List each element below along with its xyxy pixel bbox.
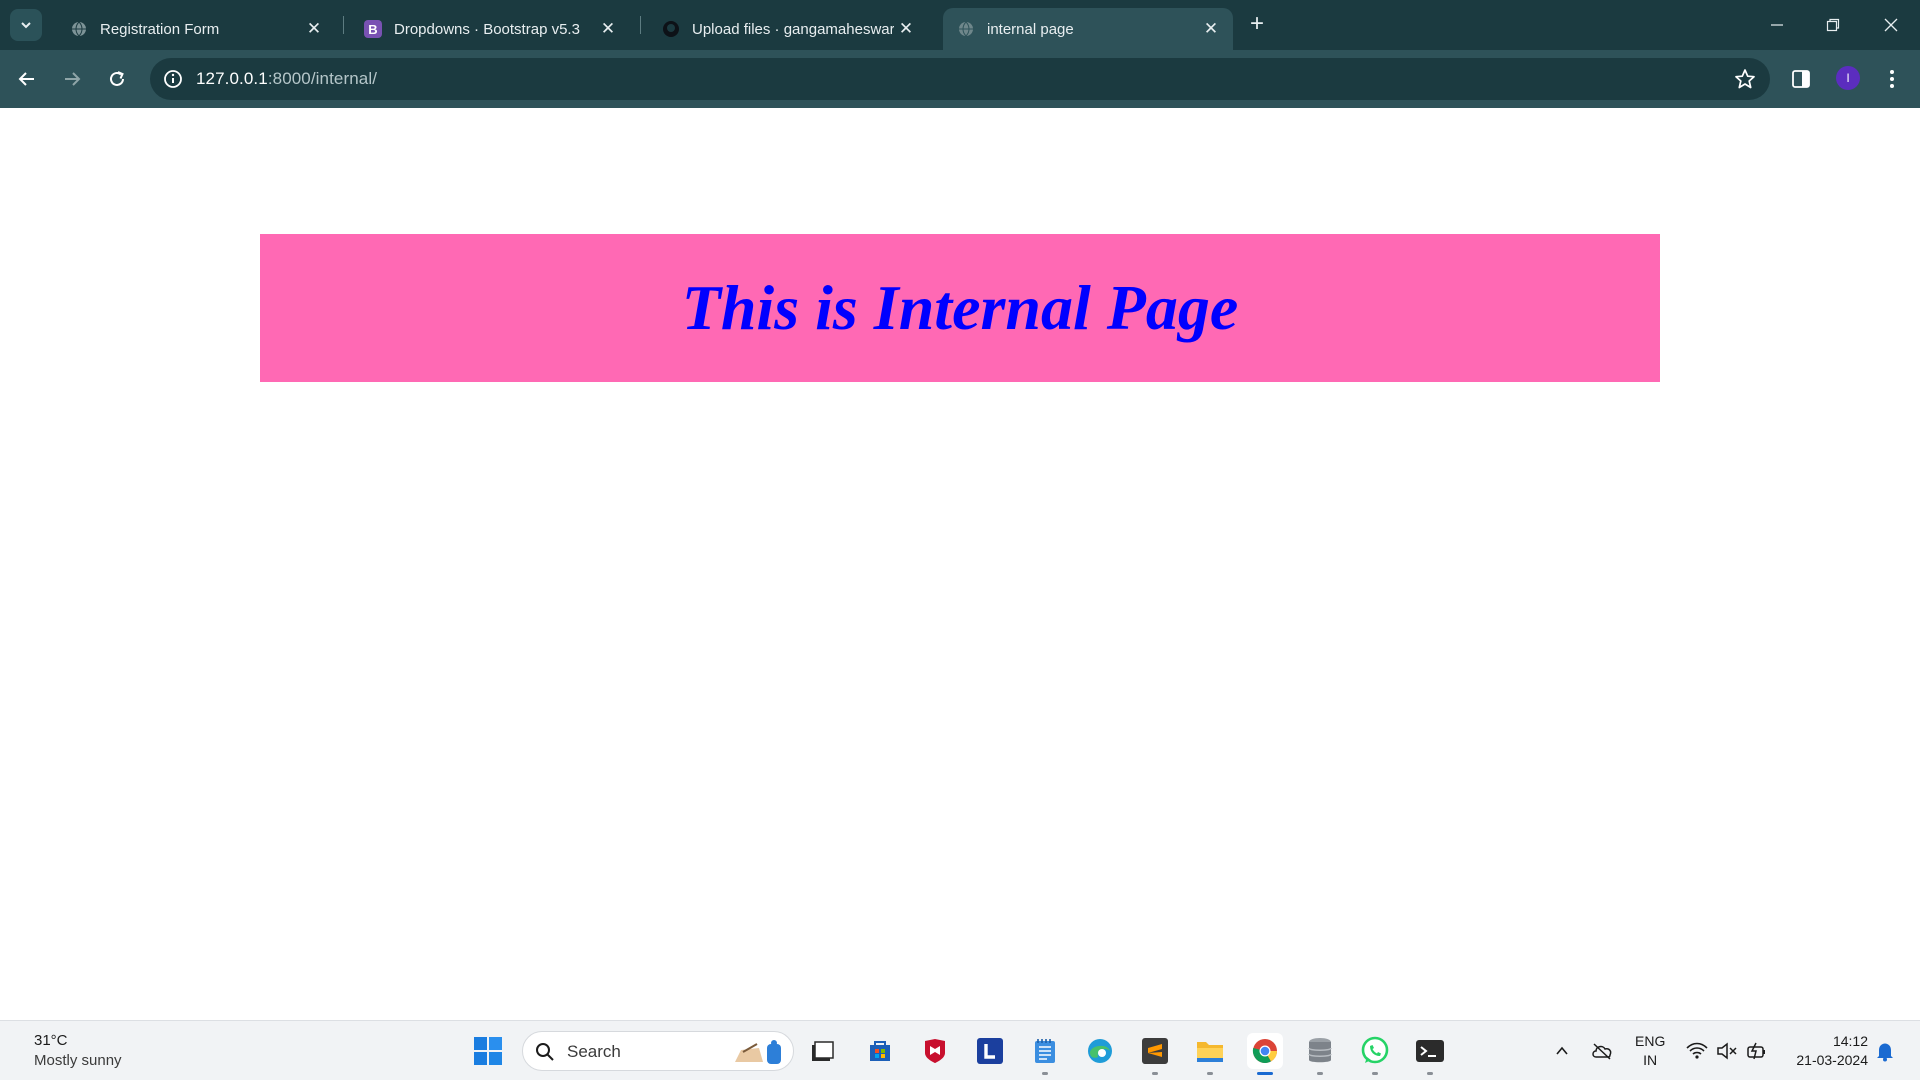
l-app[interactable]: [972, 1033, 1008, 1069]
chrome-menu-button[interactable]: [1878, 65, 1906, 93]
mcafee-shield-icon: [925, 1039, 945, 1063]
clock-date: 21-03-2024: [1796, 1052, 1868, 1068]
mcafee-app[interactable]: [917, 1033, 953, 1069]
new-tab-button[interactable]: +: [1244, 12, 1270, 38]
bootstrap-icon: B: [364, 20, 382, 38]
side-panel-button[interactable]: [1787, 65, 1815, 93]
more-vertical-icon: [1890, 70, 1894, 88]
arrow-left-icon: [18, 72, 34, 86]
whatsapp-icon: [1361, 1036, 1389, 1064]
volume-muted-icon: [1717, 1042, 1737, 1060]
search-highlight-icon: [735, 1040, 781, 1064]
volume-tray[interactable]: [1715, 1039, 1739, 1063]
wifi-tray[interactable]: [1685, 1039, 1709, 1063]
terminal-icon: [1416, 1040, 1444, 1062]
wifi-icon: [1686, 1042, 1708, 1059]
github-icon: [662, 20, 680, 38]
site-info-icon[interactable]: [162, 68, 184, 90]
windows-start-icon[interactable]: [473, 1036, 503, 1066]
address-bar[interactable]: 127.0.0.1:8000/internal/: [150, 58, 1770, 100]
page-heading: This is Internal Page: [681, 272, 1239, 343]
file-explorer-app[interactable]: [1192, 1033, 1228, 1075]
chrome-app[interactable]: [1247, 1033, 1283, 1075]
tab-internal-page[interactable]: internal page ✕: [943, 8, 1233, 50]
database-icon: [1308, 1038, 1332, 1063]
close-icon[interactable]: ✕: [1199, 17, 1223, 41]
clock-time: 14:12: [1832, 1033, 1868, 1049]
globe-icon: [957, 20, 975, 38]
language-code: ENG: [1635, 1033, 1666, 1049]
tab-title: internal page: [987, 20, 1074, 38]
edge-app[interactable]: [1082, 1033, 1118, 1069]
language-indicator[interactable]: ENG IN: [1635, 1032, 1665, 1070]
chevron-down-icon: [21, 22, 31, 29]
page-banner: This is Internal Page: [260, 234, 1660, 382]
sublime-text-app[interactable]: [1137, 1033, 1173, 1075]
show-hidden-icons-button[interactable]: [1550, 1039, 1574, 1063]
restore-button[interactable]: [1818, 10, 1848, 40]
tab-title: Upload files · gangamaheswari/: [692, 20, 894, 38]
battery-tray[interactable]: [1745, 1039, 1769, 1063]
globe-icon: [70, 20, 88, 38]
tab-separator: [343, 16, 344, 34]
taskbar-search[interactable]: Search: [522, 1031, 794, 1071]
task-view-app[interactable]: [804, 1033, 840, 1069]
profile-avatar[interactable]: I: [1836, 66, 1860, 90]
tab-title: Registration Form: [100, 20, 220, 38]
terminal-app[interactable]: [1412, 1033, 1448, 1075]
store-icon: [870, 1041, 890, 1061]
weather-widget[interactable]: 31°C Mostly sunny: [34, 1031, 122, 1071]
url-text: 127.0.0.1:8000/internal/: [196, 69, 378, 88]
tab-strip: Registration Form ✕ B Dropdowns · Bootst…: [0, 0, 1920, 50]
edge-icon: [1088, 1039, 1112, 1063]
minimize-icon: [1771, 24, 1783, 26]
tab-search-button[interactable]: [10, 9, 42, 41]
l-letter-icon: [977, 1038, 1003, 1064]
folder-icon: [1197, 1042, 1223, 1062]
minimize-button[interactable]: [1762, 10, 1792, 40]
back-button[interactable]: [11, 63, 43, 95]
tab-title: Dropdowns · Bootstrap v5.3: [394, 20, 580, 38]
search-icon: [536, 1043, 554, 1061]
task-view-icon: [812, 1041, 834, 1061]
notification-bell-icon[interactable]: [1874, 1040, 1896, 1062]
close-window-button[interactable]: [1876, 10, 1906, 40]
cloud-off-icon: [1592, 1043, 1612, 1060]
reload-icon: [110, 71, 124, 86]
arrow-right-icon: [65, 72, 81, 86]
notepad-app[interactable]: [1027, 1033, 1063, 1075]
sublime-icon: [1142, 1038, 1168, 1064]
chrome-icon: [1252, 1039, 1277, 1064]
tab-bootstrap-dropdowns[interactable]: B Dropdowns · Bootstrap v5.3 ✕: [350, 8, 630, 50]
notepad-icon: [1035, 1039, 1055, 1063]
tab-upload-files[interactable]: Upload files · gangamaheswari/ ✕: [648, 8, 928, 50]
close-icon[interactable]: ✕: [596, 17, 620, 41]
weather-condition: Mostly sunny: [34, 1052, 122, 1069]
chevron-up-icon: [1556, 1046, 1568, 1055]
weather-temperature: 31°C: [34, 1032, 68, 1049]
whatsapp-app[interactable]: [1357, 1033, 1393, 1075]
database-app[interactable]: [1302, 1033, 1338, 1075]
battery-charging-icon: [1747, 1042, 1765, 1060]
close-icon[interactable]: ✕: [302, 17, 326, 41]
restore-icon: [1826, 18, 1840, 32]
reload-button[interactable]: [101, 63, 133, 95]
windows-taskbar: 31°C Mostly sunny Search ENG IN 14:12 21…: [0, 1020, 1920, 1080]
side-panel-icon: [1792, 70, 1810, 88]
tab-registration-form[interactable]: Registration Form ✕: [56, 8, 336, 50]
onedrive-tray[interactable]: [1590, 1039, 1614, 1063]
system-clock[interactable]: 14:12 21-03-2024: [1788, 1032, 1868, 1070]
close-icon: [1884, 18, 1898, 32]
forward-button[interactable]: [56, 63, 88, 95]
browser-toolbar: 127.0.0.1:8000/internal/: [0, 50, 1920, 108]
tab-separator: [640, 16, 641, 34]
bookmark-star-icon[interactable]: [1734, 68, 1756, 90]
keyboard-region: IN: [1643, 1052, 1658, 1068]
close-icon[interactable]: ✕: [894, 17, 918, 41]
search-placeholder: Search: [567, 1042, 621, 1061]
microsoft-store-app[interactable]: [862, 1033, 898, 1069]
